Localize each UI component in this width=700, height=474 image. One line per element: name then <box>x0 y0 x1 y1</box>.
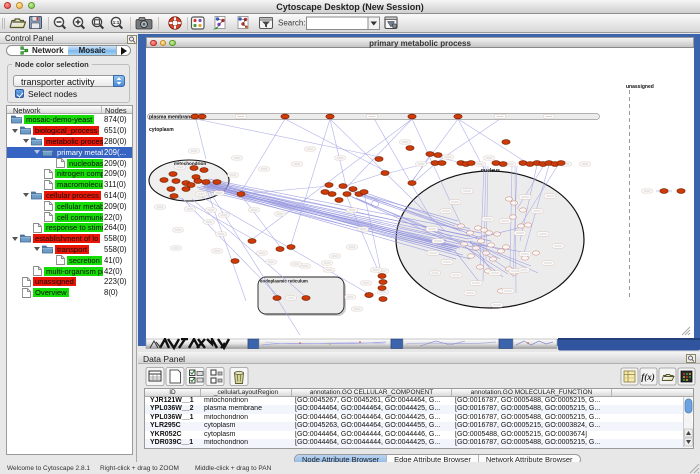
svg-text:f(x): f(x) <box>641 372 655 382</box>
svg-text:Search:: Search: <box>278 19 306 28</box>
svg-text:unassigned: unassigned <box>626 84 654 90</box>
svg-text:cytoplasm: cytoplasm <box>149 127 174 133</box>
svg-text:1:1: 1:1 <box>113 20 120 25</box>
svg-text:plasma membrane: plasma membrane <box>149 114 193 120</box>
